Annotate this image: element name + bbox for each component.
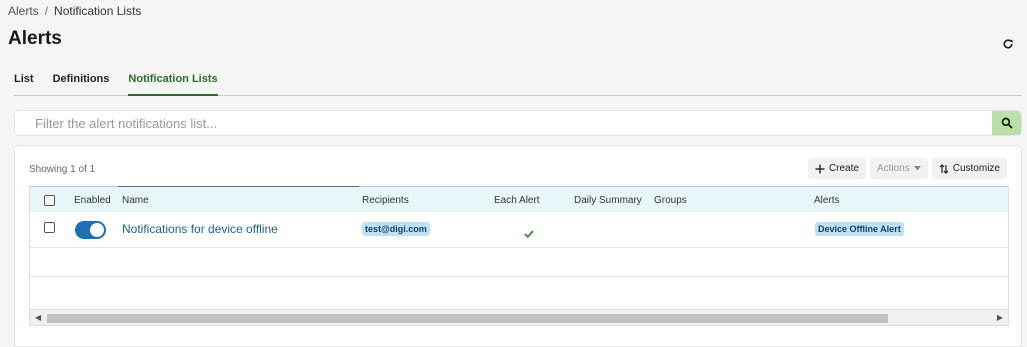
create-button[interactable]: Create bbox=[807, 158, 866, 179]
select-all-checkbox[interactable] bbox=[44, 195, 55, 206]
customize-button[interactable]: Customize bbox=[931, 158, 1007, 179]
empty-row bbox=[30, 248, 1008, 277]
search-icon bbox=[1001, 117, 1012, 129]
column-header-recipients[interactable]: Recipients bbox=[362, 195, 409, 206]
row-checkbox[interactable] bbox=[44, 222, 55, 233]
scrollbar-thumb[interactable] bbox=[47, 314, 888, 323]
alert-badge: Device Offline Alert bbox=[815, 222, 904, 236]
page-title: Alerts bbox=[8, 28, 62, 49]
notification-lists-panel: Showing 1 of 1 Create Actions Customize bbox=[14, 145, 1022, 347]
toolbar: Create Actions Customize bbox=[807, 158, 1007, 179]
table-row[interactable]: Notifications for device offline test@di… bbox=[30, 212, 1008, 248]
scroll-left-icon[interactable]: ◀ bbox=[35, 313, 41, 322]
each-alert-check-icon bbox=[524, 225, 534, 243]
toggle-knob bbox=[90, 223, 104, 237]
tab-list[interactable]: List bbox=[14, 66, 34, 96]
column-header-groups[interactable]: Groups bbox=[654, 195, 687, 206]
refresh-button[interactable] bbox=[998, 34, 1018, 54]
create-button-label: Create bbox=[828, 163, 859, 174]
horizontal-scrollbar[interactable]: ◀ ▶ bbox=[30, 309, 1008, 325]
breadcrumb-current: Notification Lists bbox=[54, 4, 142, 18]
column-header-name[interactable]: Name bbox=[122, 195, 149, 206]
search-input[interactable] bbox=[15, 111, 992, 135]
tab-bar: List Definitions Notification Lists bbox=[14, 66, 1022, 96]
row-name-link[interactable]: Notifications for device offline bbox=[122, 222, 278, 236]
actions-dropdown[interactable]: Actions bbox=[869, 158, 928, 179]
recipient-badge: test@digi.com bbox=[362, 222, 430, 236]
breadcrumb-separator: / bbox=[44, 4, 49, 18]
enabled-toggle[interactable] bbox=[75, 221, 106, 239]
column-header-alerts[interactable]: Alerts bbox=[814, 195, 840, 206]
search-bar bbox=[14, 110, 1022, 136]
breadcrumb: Alerts / Notification Lists bbox=[8, 4, 141, 18]
tab-notification-lists[interactable]: Notification Lists bbox=[128, 66, 218, 96]
table-header: Enabled Name Recipients Each Alert Daily… bbox=[30, 186, 1008, 212]
tab-definitions[interactable]: Definitions bbox=[53, 66, 110, 96]
plus-icon bbox=[815, 164, 825, 173]
column-header-daily-summary[interactable]: Daily Summary bbox=[574, 195, 642, 206]
breadcrumb-alerts-link[interactable]: Alerts bbox=[8, 4, 39, 18]
refresh-icon bbox=[1003, 39, 1013, 49]
actions-dropdown-label: Actions bbox=[876, 163, 910, 174]
caret-down-icon bbox=[913, 166, 921, 171]
notification-lists-table: Enabled Name Recipients Each Alert Daily… bbox=[29, 186, 1009, 326]
column-header-each-alert[interactable]: Each Alert bbox=[494, 195, 540, 206]
sort-arrows-icon bbox=[939, 163, 949, 174]
scroll-right-icon[interactable]: ▶ bbox=[997, 313, 1003, 322]
showing-count: Showing 1 of 1 bbox=[29, 164, 96, 175]
column-header-enabled[interactable]: Enabled bbox=[74, 195, 111, 206]
column-sort-indicator bbox=[118, 186, 359, 187]
customize-button-label: Customize bbox=[952, 163, 1000, 174]
search-button[interactable] bbox=[992, 111, 1021, 135]
